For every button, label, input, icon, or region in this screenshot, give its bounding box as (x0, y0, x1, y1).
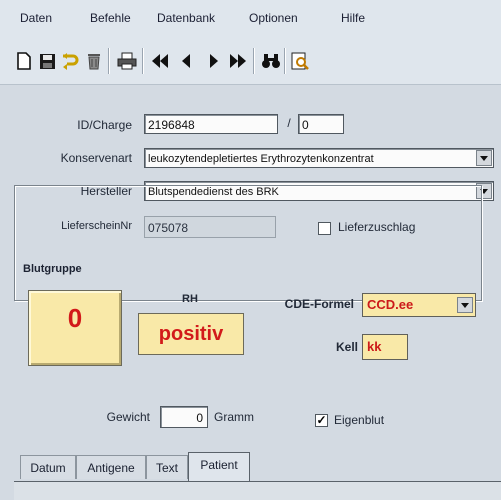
application-window: Daten Befehle Datenbank Optionen Hilfe I… (0, 0, 501, 500)
last-record-icon[interactable] (228, 51, 248, 71)
rh-label: RH (182, 293, 198, 305)
charge-input[interactable]: 0 (298, 114, 344, 134)
kell-label: Kell (335, 340, 358, 354)
chevron-down-icon[interactable] (457, 297, 473, 313)
preview-icon[interactable] (290, 51, 310, 71)
rh-value: positiv (138, 313, 244, 355)
new-document-icon[interactable] (14, 51, 34, 71)
tab-content-pane (14, 481, 501, 500)
previous-record-icon[interactable] (176, 51, 196, 71)
kell-value: kk (362, 334, 408, 360)
toolbar (0, 38, 501, 85)
cde-formel-label: CDE-Formel (284, 297, 354, 311)
id-input[interactable]: 2196848 (144, 114, 278, 134)
tab-text[interactable]: Text (146, 455, 188, 479)
konservenart-value: leukozytendepletiertes Erythrozytenkonze… (148, 153, 374, 165)
toolbar-separator (142, 48, 144, 74)
gewicht-label: Gewicht (106, 410, 150, 424)
menu-daten[interactable]: Daten (20, 11, 52, 25)
tab-antigene[interactable]: Antigene (76, 455, 146, 479)
menu-bar: Daten Befehle Datenbank Optionen Hilfe (0, 0, 501, 38)
print-icon[interactable] (117, 51, 137, 71)
menu-datenbank[interactable]: Datenbank (157, 11, 215, 25)
cde-formel-select[interactable]: CCD.ee (362, 293, 476, 317)
menu-befehle[interactable]: Befehle (90, 11, 131, 25)
menu-optionen[interactable]: Optionen (249, 11, 298, 25)
id-charge-label: ID/Charge (77, 118, 132, 132)
toolbar-separator (253, 48, 255, 74)
delete-icon[interactable] (84, 51, 104, 71)
konservenart-select[interactable]: leukozytendepletiertes Erythrozytenkonze… (144, 148, 494, 168)
next-record-icon[interactable] (204, 51, 224, 71)
save-icon[interactable] (37, 51, 57, 71)
blutgruppe-value: 0 (28, 290, 122, 366)
blutgruppe-group (14, 185, 482, 301)
gewicht-input[interactable]: 0 (160, 406, 208, 428)
find-icon[interactable] (261, 51, 281, 71)
toolbar-separator (284, 48, 286, 74)
chevron-down-icon[interactable] (476, 150, 492, 166)
konservenart-label: Konservenart (60, 151, 132, 165)
undo-icon[interactable] (60, 51, 80, 71)
menu-hilfe[interactable]: Hilfe (341, 11, 365, 25)
tab-datum[interactable]: Datum (20, 455, 76, 479)
gewicht-unit: Gramm (214, 410, 254, 424)
eigenblut-label: Eigenblut (334, 413, 385, 427)
toolbar-separator (108, 48, 110, 74)
id-separator: / (287, 116, 291, 130)
blutgruppe-title: Blutgruppe (20, 263, 85, 275)
first-record-icon[interactable] (150, 51, 170, 71)
tab-patient[interactable]: Patient (188, 452, 250, 482)
eigenblut-checkbox[interactable]: ✓ (315, 414, 328, 427)
cde-formel-value: CCD.ee (367, 297, 414, 312)
